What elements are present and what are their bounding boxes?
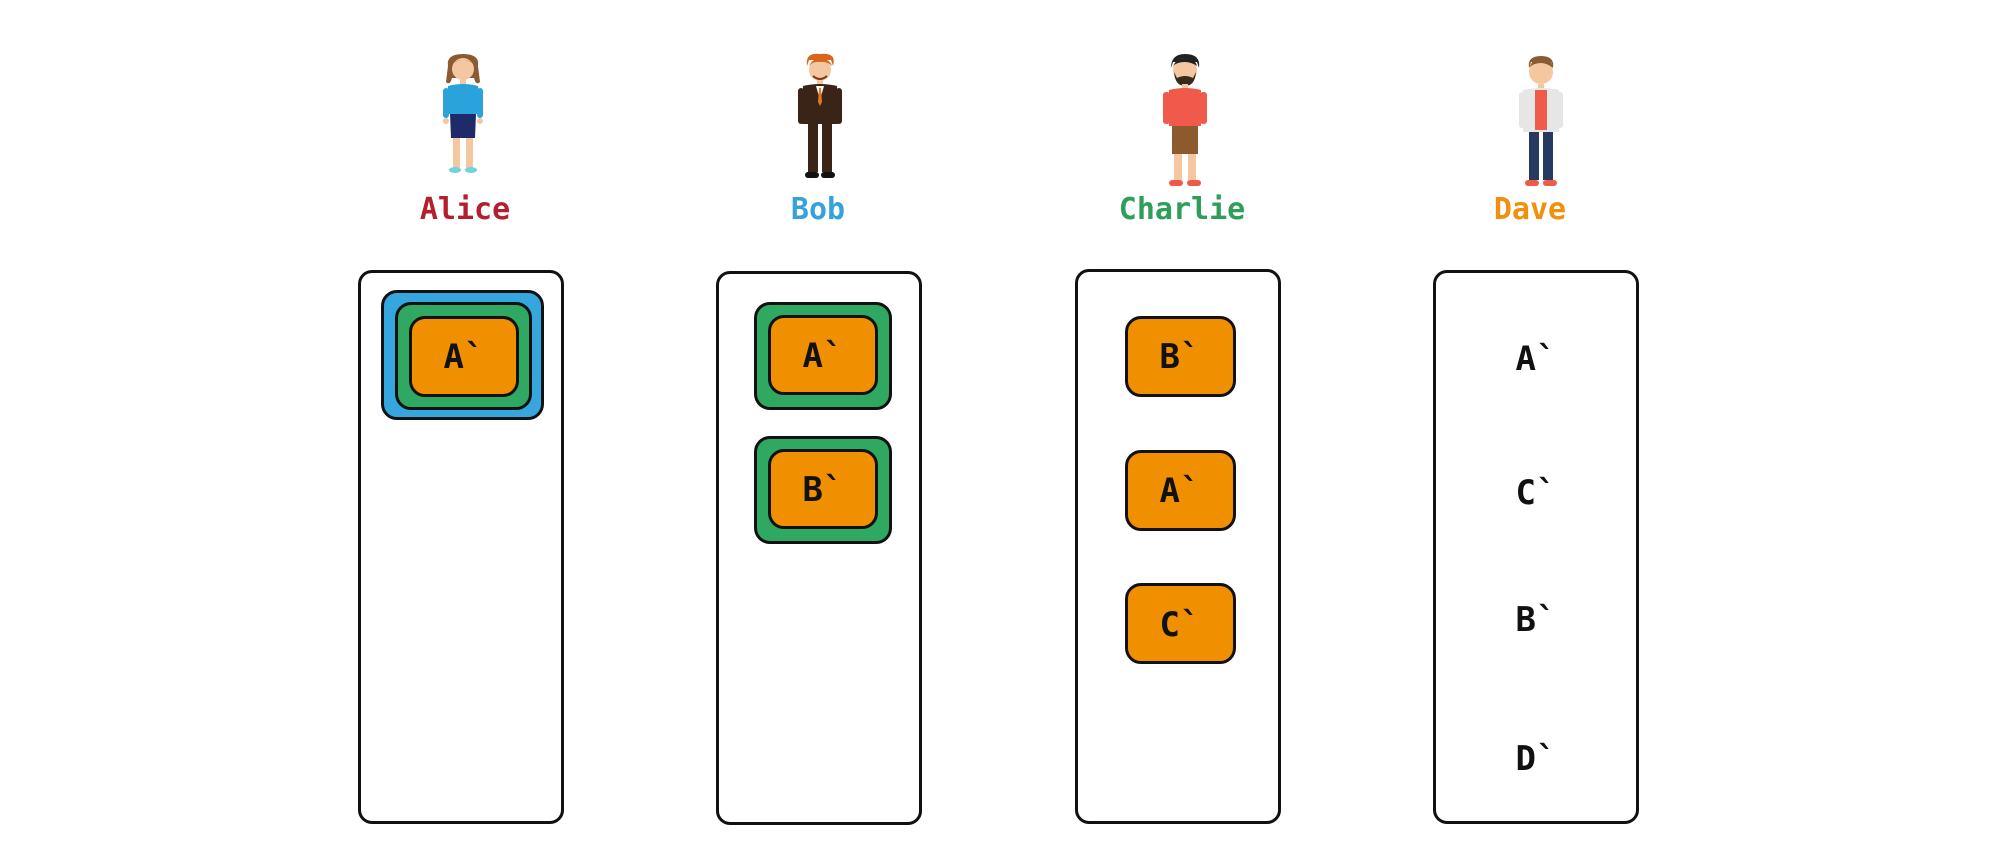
charlie-name: Charlie xyxy=(1118,192,1246,227)
item-label: A` xyxy=(443,337,485,377)
item-label: C` xyxy=(1515,473,1557,513)
bob-name: Bob xyxy=(790,192,846,227)
item-label: A` xyxy=(1159,471,1201,511)
item-label: D` xyxy=(1515,739,1557,779)
item-label: C` xyxy=(1159,605,1201,645)
item-label: A` xyxy=(1515,339,1557,379)
item-label: B` xyxy=(802,470,844,510)
charlie-avatar-icon xyxy=(1163,54,1207,186)
dave-name: Dave xyxy=(1493,192,1567,227)
bob-column: A` B` xyxy=(716,271,922,825)
alice-avatar-icon xyxy=(443,54,483,173)
bob-avatar-icon xyxy=(798,53,842,178)
item-label: A` xyxy=(802,336,844,376)
item-label: B` xyxy=(1515,600,1557,640)
dave-avatar-icon xyxy=(1519,56,1563,186)
charlie-column: B` A` C` xyxy=(1075,269,1281,824)
alice-name: Alice xyxy=(419,192,511,227)
item-label: B` xyxy=(1159,337,1201,377)
alice-column: A` xyxy=(358,270,564,824)
dave-column: A` C` B` D` xyxy=(1433,270,1639,824)
